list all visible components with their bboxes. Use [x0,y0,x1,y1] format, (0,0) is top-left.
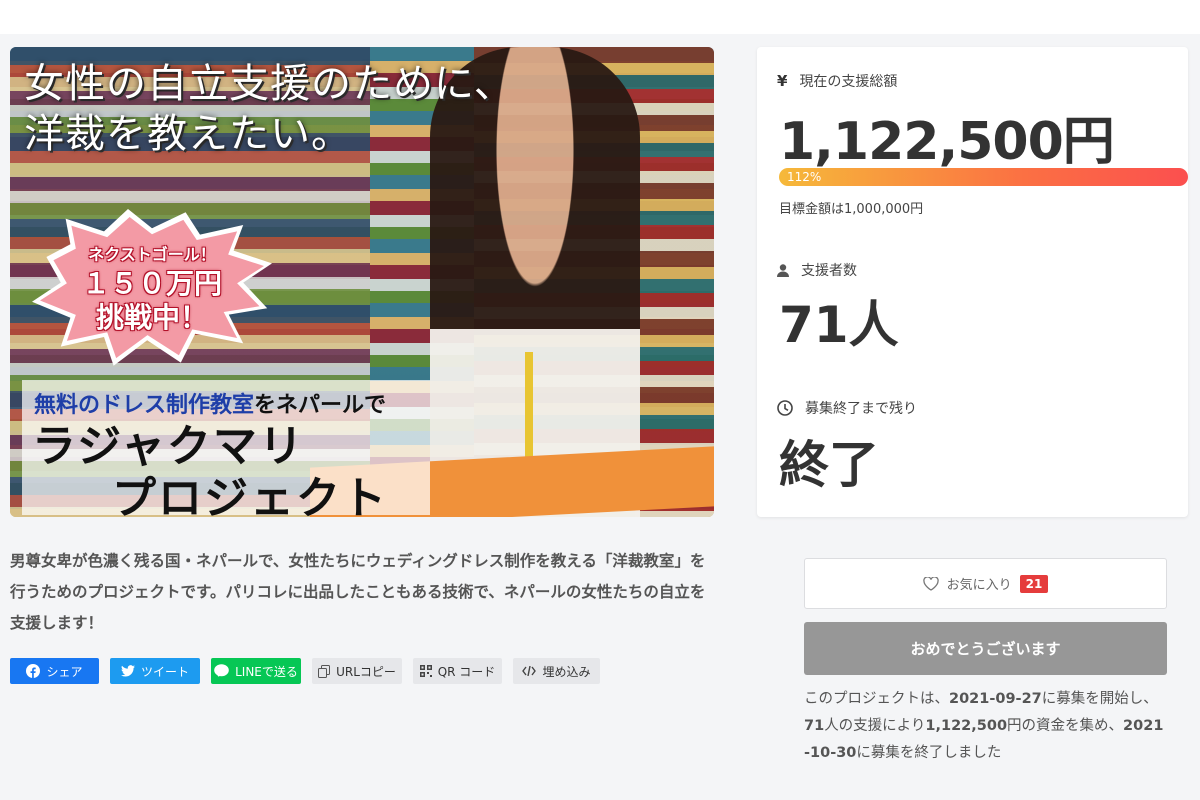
hero-subtitle-b: をネパールで [254,393,387,418]
code-icon [522,666,537,676]
amount-value: 1,122,500円 [779,112,1115,172]
project-name-line2: プロジェクト [112,473,388,517]
heart-icon [922,576,939,591]
funding-stats-card: ¥ 現在の支援総額 1,122,500円 112% 目標金額は1,000,000… [757,47,1188,517]
line-share-label: LINEで送る [235,664,298,679]
summary-supporters: 71 [804,718,825,734]
progress-percent: 112% [787,170,822,184]
hero-title-line1: 女性の自立支援のために、 [24,61,515,107]
copy-icon [318,664,331,678]
clock-icon [777,400,793,416]
supporters-label-text: 支援者数 [801,263,857,279]
burst-line3: 挑戦中！ [95,301,208,334]
summary-text-4: 円の資金を集め、 [1007,718,1124,734]
supporters-value: 71人 [779,296,899,354]
favorite-count-badge: 21 [1019,574,1049,593]
hero-project-name: ラジャクマリ プロジェクト [32,421,388,517]
goal-amount: 目標金額は1,000,000円 [779,202,924,217]
summary-amount: 1,122,500 [925,718,1008,734]
top-bar [0,0,1200,34]
twitter-bird-icon [120,665,135,677]
remaining-label-text: 募集終了まで残り [805,401,917,417]
remaining-value: 終了 [779,436,879,494]
summary-text-1: このプロジェクトは、 [804,691,949,707]
congratulations-button: おめでとうございます [804,622,1167,675]
funding-progress-bar: 112% [779,168,1188,186]
hero-title-line2: 洋裁を教えたい。 [24,111,352,157]
facebook-icon [26,664,41,678]
hero-subtitle: 無料のドレス制作教室をネパールで [34,387,386,419]
person-icon [777,263,789,277]
summary-text-3: 人の支援により [824,718,926,734]
summary-text-5: に募集を終了しました [856,745,1002,761]
line-share-button[interactable]: LINEで送る [211,658,301,684]
summary-text-2: に募集を開始し、 [1041,691,1158,707]
remaining-label: 募集終了まで残り [777,398,917,418]
project-name-line1: ラジャクマリ [32,421,305,472]
project-summary: このプロジェクトは、2021-09-27に募集を開始し、 71人の支援により1,1… [804,686,1167,767]
embed-button[interactable]: 埋め込み [513,658,600,684]
hero-title: 女性の自立支援のために、 洋裁を教えたい。 [24,59,515,159]
qr-code-button[interactable]: QR コード [413,658,502,684]
url-copy-button[interactable]: URLコピー [312,658,402,684]
favorite-button[interactable]: お気に入り 21 [804,558,1167,609]
summary-start-date: 2021-09-27 [949,691,1042,707]
facebook-share-button[interactable]: シェア [10,658,99,684]
burst-line2: １５０万円 [81,267,222,300]
supporters-label: 支援者数 [777,260,857,280]
twitter-share-label: ツイート [140,664,189,679]
hero-subtitle-a: 無料のドレス制作教室 [34,393,255,418]
url-copy-label: URLコピー [336,664,396,679]
next-goal-text: ネクストゴール！ １５０万円 挑戦中！ [62,243,242,335]
project-hero-image: 女性の自立支援のために、 洋裁を教えたい。 ネクストゴール！ １５０万円 挑戦中… [10,47,714,517]
facebook-share-label: シェア [46,664,83,679]
embed-label: 埋め込み [542,664,591,679]
burst-line1: ネクストゴール！ [88,245,216,264]
qr-code-icon [419,665,432,677]
amount-label: ¥ 現在の支援総額 [777,71,897,91]
project-description: 男尊女卑が色濃く残る国・ネパールで、女性たちにウェディングドレス制作を教える「洋… [10,552,706,632]
amount-label-text: 現在の支援総額 [799,74,898,90]
yen-icon: ¥ [777,72,788,90]
twitter-share-button[interactable]: ツイート [110,658,200,684]
favorite-label: お気に入り [946,578,1012,593]
line-icon [214,664,229,678]
qr-code-label: QR コード [437,664,496,679]
